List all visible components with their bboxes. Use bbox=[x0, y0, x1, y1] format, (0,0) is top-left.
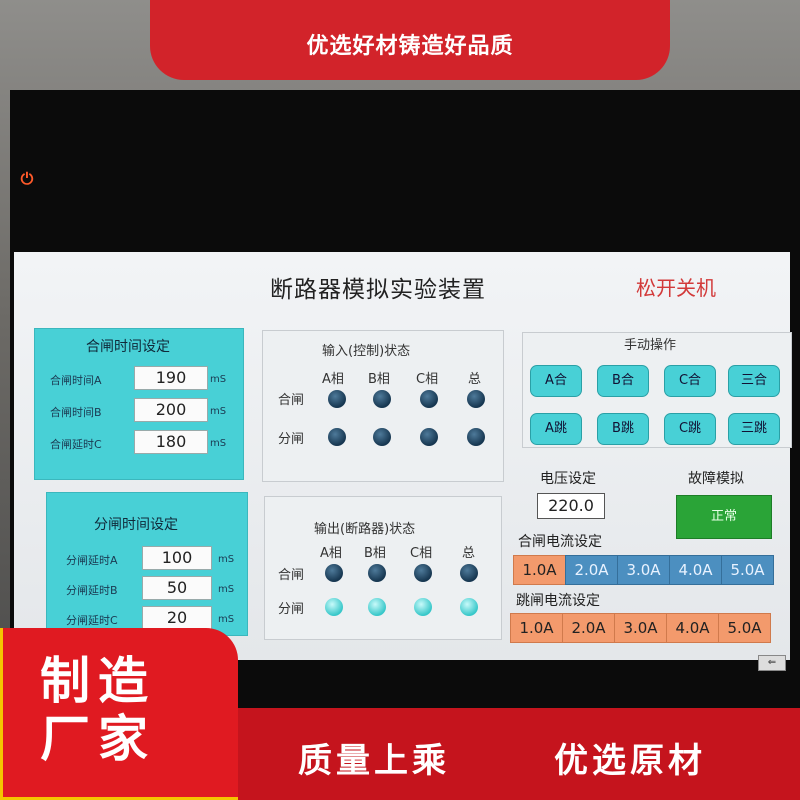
trip-current-option[interactable]: 1.0A bbox=[510, 613, 563, 643]
back-arrow-icon[interactable]: ⇐ bbox=[758, 655, 786, 671]
output-open-b-indicator bbox=[368, 598, 386, 616]
close-current-option[interactable]: 2.0A bbox=[565, 555, 618, 585]
top-banner-text: 优选好材铸造好品质 bbox=[306, 34, 514, 59]
input-col-total: 总 bbox=[468, 372, 482, 387]
input-open-c-indicator bbox=[420, 428, 438, 446]
input-col-c: C相 bbox=[416, 372, 439, 387]
unit-label: mS bbox=[210, 438, 227, 449]
close-time-a-field[interactable]: 190 bbox=[134, 366, 208, 390]
open-delay-b-field[interactable]: 50 bbox=[142, 576, 212, 600]
output-col-total: 总 bbox=[462, 546, 476, 561]
trip-current-option[interactable]: 2.0A bbox=[562, 613, 615, 643]
shutdown-button[interactable]: 松开关机 bbox=[636, 272, 716, 301]
output-close-a-indicator bbox=[325, 564, 343, 582]
b-close-button[interactable]: B合 bbox=[597, 365, 649, 397]
output-open-c-indicator bbox=[414, 598, 432, 616]
close-delay-c-field[interactable]: 180 bbox=[134, 430, 208, 454]
voltage-field[interactable]: 220.0 bbox=[537, 493, 605, 519]
close-current-option[interactable]: 3.0A bbox=[617, 555, 670, 585]
input-state-title: 输入(控制)状态 bbox=[322, 344, 411, 359]
close-time-title: 合闸时间设定 bbox=[86, 339, 170, 355]
unit-label: mS bbox=[218, 584, 235, 595]
three-trip-button[interactable]: 三跳 bbox=[728, 413, 780, 445]
unit-label: mS bbox=[218, 614, 235, 625]
input-close-a-indicator bbox=[328, 390, 346, 408]
open-delay-a-field[interactable]: 100 bbox=[142, 546, 212, 570]
open-delay-c-label: 分闸延时C bbox=[66, 614, 118, 627]
trip-current-option[interactable]: 3.0A bbox=[614, 613, 667, 643]
input-open-b-indicator bbox=[373, 428, 391, 446]
app-title: 断路器模拟实验装置 bbox=[270, 277, 486, 303]
close-time-b-field[interactable]: 200 bbox=[134, 398, 208, 422]
bottom-banner-quality: 质量上乘 bbox=[298, 741, 450, 781]
corner-line-2: 厂家 bbox=[40, 710, 156, 768]
voltage-label: 电压设定 bbox=[540, 471, 596, 487]
input-row-open: 分闸 bbox=[278, 432, 305, 447]
output-close-b-indicator bbox=[368, 564, 386, 582]
output-state-title: 输出(断路器)状态 bbox=[314, 522, 416, 537]
unit-label: mS bbox=[210, 406, 227, 417]
input-close-c-indicator bbox=[420, 390, 438, 408]
corner-badge-text: 制造 厂家 bbox=[40, 652, 156, 768]
open-delay-b-label: 分闸延时B bbox=[66, 584, 118, 597]
output-col-c: C相 bbox=[410, 546, 433, 561]
close-current-option[interactable]: 5.0A bbox=[721, 555, 774, 585]
output-close-total-indicator bbox=[460, 564, 478, 582]
a-trip-button[interactable]: A跳 bbox=[530, 413, 582, 445]
unit-label: mS bbox=[210, 374, 227, 385]
output-col-b: B相 bbox=[364, 546, 386, 561]
close-current-label: 合闸电流设定 bbox=[518, 534, 602, 550]
output-row-close: 合闸 bbox=[278, 568, 305, 583]
output-open-total-indicator bbox=[460, 598, 478, 616]
trip-current-option[interactable]: 5.0A bbox=[718, 613, 771, 643]
bottom-banner-material: 优选原材 bbox=[554, 741, 706, 781]
close-time-a-label: 合闸时间A bbox=[50, 374, 102, 387]
unit-label: mS bbox=[218, 554, 235, 565]
a-close-button[interactable]: A合 bbox=[530, 365, 582, 397]
close-time-b-label: 合闸时间B bbox=[50, 406, 102, 419]
close-delay-c-label: 合闸延时C bbox=[50, 438, 102, 451]
top-banner: 优选好材铸造好品质 bbox=[150, 0, 670, 80]
output-close-c-indicator bbox=[414, 564, 432, 582]
output-col-a: A相 bbox=[320, 546, 342, 561]
input-close-total-indicator bbox=[467, 390, 485, 408]
corner-line-1: 制造 bbox=[40, 652, 156, 710]
input-row-close: 合闸 bbox=[278, 393, 305, 408]
input-close-b-indicator bbox=[373, 390, 391, 408]
fault-sim-button[interactable]: 正常 bbox=[676, 495, 772, 539]
corner-badge: 制造 厂家 bbox=[0, 628, 238, 800]
trip-current-label: 跳闸电流设定 bbox=[516, 593, 600, 609]
output-open-a-indicator bbox=[325, 598, 343, 616]
b-trip-button[interactable]: B跳 bbox=[597, 413, 649, 445]
input-col-b: B相 bbox=[368, 372, 390, 387]
c-close-button[interactable]: C合 bbox=[664, 365, 716, 397]
input-open-total-indicator bbox=[467, 428, 485, 446]
three-close-button[interactable]: 三合 bbox=[728, 365, 780, 397]
power-icon[interactable]: ⏻ bbox=[18, 170, 36, 188]
input-col-a: A相 bbox=[322, 372, 344, 387]
close-current-option[interactable]: 4.0A bbox=[669, 555, 722, 585]
close-current-option[interactable]: 1.0A bbox=[513, 555, 566, 585]
c-trip-button[interactable]: C跳 bbox=[664, 413, 716, 445]
input-open-a-indicator bbox=[328, 428, 346, 446]
open-delay-a-label: 分闸延时A bbox=[66, 554, 118, 567]
output-row-open: 分闸 bbox=[278, 602, 305, 617]
open-delay-c-field[interactable]: 20 bbox=[142, 606, 212, 630]
fault-label: 故障模拟 bbox=[688, 471, 744, 487]
open-time-title: 分闸时间设定 bbox=[94, 517, 178, 533]
manual-title: 手动操作 bbox=[624, 338, 677, 353]
trip-current-option[interactable]: 4.0A bbox=[666, 613, 719, 643]
